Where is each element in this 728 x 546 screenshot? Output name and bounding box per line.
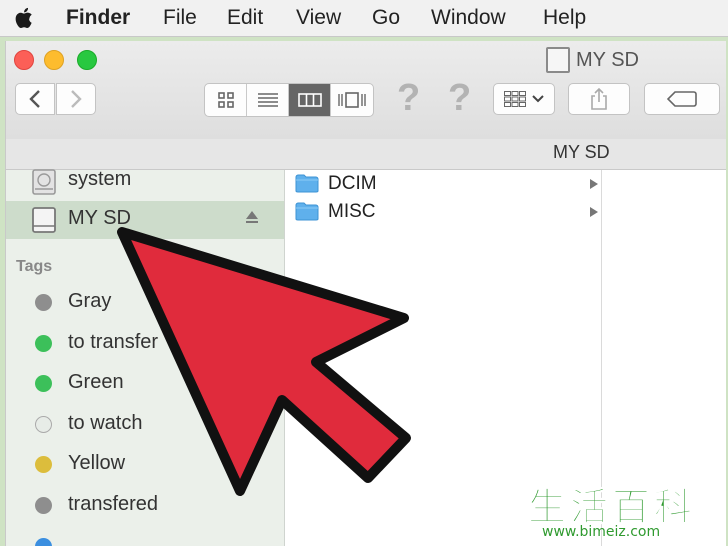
column-view-button[interactable] <box>289 84 331 116</box>
minimize-button[interactable] <box>44 50 64 70</box>
eject-icon[interactable] <box>246 211 258 219</box>
file-row-dcim[interactable]: DCIM <box>285 170 601 198</box>
tags-button[interactable] <box>644 83 720 115</box>
sidebar-tag-gray[interactable]: Gray <box>6 284 284 322</box>
tag-label: Yellow <box>68 452 126 474</box>
sidebar-item-my-sd[interactable]: MY SD <box>6 201 284 239</box>
path-bar-title: MY SD <box>553 142 610 162</box>
arrange-grid-icon <box>504 91 526 107</box>
sidebar: system MY SD Tags Gray to transfer Green <box>6 168 285 546</box>
chevron-right-icon <box>71 90 82 108</box>
tag-color-dot <box>35 416 52 433</box>
view-mode-control <box>204 83 374 117</box>
menu-go[interactable]: Go <box>372 6 400 30</box>
tag-color-dot <box>35 497 52 514</box>
folder-icon <box>295 174 319 193</box>
file-name: MISC <box>328 201 376 222</box>
disclosure-triangle-icon <box>590 207 598 217</box>
window-title-text: MY SD <box>576 48 639 71</box>
finder-window: MY SD ? ? MY SD system MY SD Tags Gray t… <box>5 41 726 546</box>
tag-label: Gray <box>68 290 112 312</box>
forward-button[interactable] <box>56 83 96 115</box>
list-icon <box>257 93 278 107</box>
watermark-title: 生活百科 <box>528 484 697 529</box>
sidebar-tag-green[interactable]: Green <box>6 365 284 403</box>
back-button[interactable] <box>15 83 55 115</box>
window-title: MY SD <box>546 47 639 73</box>
grid-icon <box>217 92 234 108</box>
tag-color-dot <box>35 456 52 473</box>
tag-color-dot <box>35 335 52 352</box>
folder-icon <box>295 202 319 221</box>
tag-label: to transfer <box>68 331 159 353</box>
tag-label: transfered <box>68 493 159 515</box>
menu-finder[interactable]: Finder <box>66 6 130 30</box>
sidebar-tag-yellow[interactable]: Yellow <box>6 446 284 484</box>
apple-menu-icon[interactable] <box>12 5 38 31</box>
file-name: DCIM <box>328 173 377 194</box>
chevron-down-icon <box>532 95 544 103</box>
tag-icon <box>667 91 697 107</box>
cover-flow-button[interactable] <box>331 84 373 116</box>
unknown-action-icon-1[interactable]: ? <box>397 77 420 120</box>
menu-edit[interactable]: Edit <box>227 6 263 30</box>
menu-window[interactable]: Window <box>431 6 506 30</box>
tag-color-dot <box>35 375 52 392</box>
file-row-misc[interactable]: MISC <box>285 198 601 226</box>
sidebar-item-label: system <box>68 168 132 190</box>
zoom-button[interactable] <box>77 50 97 70</box>
share-button[interactable] <box>568 83 630 115</box>
tags-heading: Tags <box>16 258 53 275</box>
sidebar-tag-transfered[interactable]: transfered <box>6 487 284 525</box>
sidebar-item-system[interactable]: system <box>6 162 284 200</box>
sidebar-tag-to-watch[interactable]: to watch <box>6 406 284 444</box>
menu-help[interactable]: Help <box>543 6 586 30</box>
drive-icon <box>546 47 570 73</box>
sidebar-tag-to-transfer[interactable]: to transfer <box>6 325 284 363</box>
close-button[interactable] <box>14 50 34 70</box>
menu-bar: Finder File Edit View Go Window Help <box>0 0 728 37</box>
icon-view-button[interactable] <box>205 84 247 116</box>
sidebar-item-label: MY SD <box>68 207 131 229</box>
disclosure-triangle-icon <box>590 179 598 189</box>
tag-label: Green <box>68 371 124 393</box>
sidebar-tag-partial[interactable] <box>6 528 284 546</box>
tag-color-dot <box>35 538 52 546</box>
sd-drive-icon <box>32 207 56 233</box>
arrange-button[interactable] <box>493 83 555 115</box>
chevron-left-icon <box>29 90 40 108</box>
share-icon <box>591 88 607 110</box>
list-view-button[interactable] <box>247 84 289 116</box>
tag-label: to watch <box>68 412 143 434</box>
columns-icon <box>297 93 322 107</box>
watermark: 生活百科 www.bimeiz.com <box>528 484 718 540</box>
unknown-action-icon-2[interactable]: ? <box>448 77 471 120</box>
menu-file[interactable]: File <box>163 6 197 30</box>
cover-flow-icon <box>338 92 366 108</box>
hard-drive-icon <box>32 169 56 195</box>
eject-icon-bar <box>246 221 258 223</box>
menu-view[interactable]: View <box>296 6 341 30</box>
toolbar: MY SD ? ? <box>6 41 726 140</box>
tag-color-dot <box>35 294 52 311</box>
